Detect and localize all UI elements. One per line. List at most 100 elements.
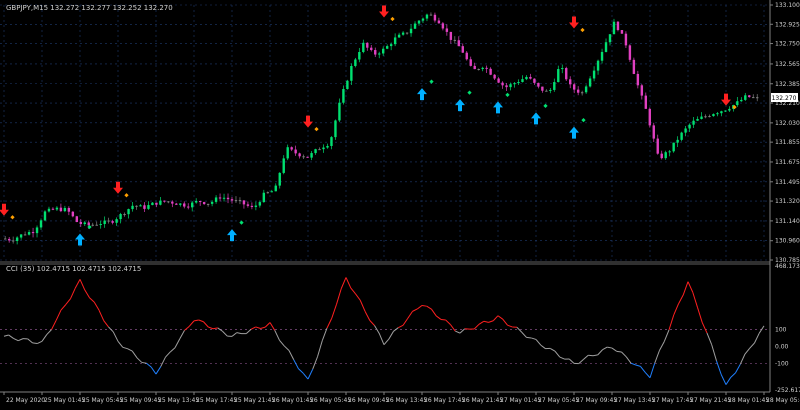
candle-body <box>708 116 710 117</box>
candle-body <box>207 204 209 205</box>
candle-body <box>382 49 384 54</box>
candle-body <box>346 81 348 89</box>
candle-body <box>227 198 229 199</box>
candle-body <box>593 71 595 79</box>
candle-body <box>414 24 416 29</box>
candle-body <box>549 90 551 91</box>
cci-segment <box>33 343 38 344</box>
candle-body <box>641 85 643 95</box>
time-label: 25 May 21:45 <box>234 397 275 404</box>
candle-body <box>223 198 225 199</box>
candle-body <box>147 205 149 209</box>
candle-body <box>131 206 133 209</box>
candle-body <box>40 220 42 227</box>
candle-body <box>354 59 356 65</box>
candle-body <box>625 34 627 46</box>
candle-body <box>123 214 125 215</box>
candle-body <box>235 200 237 201</box>
candle-body <box>239 200 241 201</box>
candle-body <box>426 15 428 19</box>
candle-body <box>362 43 364 52</box>
candle-body <box>744 95 746 100</box>
candle-body <box>191 203 193 208</box>
candle-body <box>350 66 352 81</box>
candle-body <box>537 83 539 87</box>
candle-body <box>613 22 615 34</box>
candle-body <box>573 84 575 89</box>
candle-body <box>406 33 408 34</box>
candle-body <box>541 87 543 91</box>
cci-segment <box>527 337 532 338</box>
candle-body <box>637 74 639 85</box>
cci-segment <box>441 319 446 320</box>
candle-body <box>712 114 714 116</box>
candle-body <box>410 29 412 33</box>
candle-body <box>103 221 105 224</box>
candle-body <box>187 207 189 208</box>
candle-body <box>489 69 491 75</box>
time-label: 26 May 17:45 <box>424 397 465 404</box>
candle-body <box>318 149 320 150</box>
time-label: 26 May 13:45 <box>386 397 427 404</box>
price-label: 132.565 <box>775 61 800 68</box>
candle-body <box>283 158 285 173</box>
candle-body <box>92 225 94 226</box>
candle-body <box>684 128 686 132</box>
time-label: 26 May 01:45 <box>272 397 313 404</box>
candle-body <box>676 140 678 143</box>
candle-body <box>175 204 177 205</box>
candle-body <box>752 97 754 98</box>
candle-body <box>589 78 591 86</box>
candle-body <box>243 200 245 204</box>
candle-body <box>442 23 444 28</box>
time-label: 22 May 2020 <box>6 397 45 404</box>
candle-body <box>601 52 603 61</box>
current-price-marker: 132.270 <box>771 93 798 102</box>
chart-canvas[interactable]: 133.100132.925132.750132.565132.385132.2… <box>0 0 800 406</box>
candle-body <box>107 221 109 222</box>
candle-body <box>402 33 404 35</box>
price-label: 131.855 <box>775 139 800 146</box>
candle-body <box>267 192 269 193</box>
candle-body <box>88 222 90 225</box>
time-label: 26 May 09:45 <box>348 397 389 404</box>
candle-body <box>672 143 674 152</box>
candle-body <box>645 96 647 109</box>
time-label: 27 May 01:45 <box>500 397 541 404</box>
time-label: 27 May 05:45 <box>538 397 579 404</box>
price-label: 130.960 <box>775 238 800 245</box>
candle-body <box>163 201 165 202</box>
candle-body <box>633 60 635 74</box>
candle-body <box>115 219 117 223</box>
candle-body <box>96 225 98 226</box>
candle-body <box>740 100 742 101</box>
candle-body <box>501 83 503 86</box>
candle-body <box>378 53 380 54</box>
candle-body <box>696 119 698 121</box>
candle-body <box>306 157 308 158</box>
candle-body <box>454 40 456 41</box>
trading-chart-window: 133.100132.925132.750132.565132.385132.2… <box>0 0 800 406</box>
candle-body <box>20 234 22 237</box>
candle-body <box>517 82 519 83</box>
candle-body <box>756 97 758 98</box>
price-label: 133.100 <box>775 2 800 9</box>
candle-body <box>64 208 66 211</box>
candle-body <box>553 82 555 90</box>
candle-body <box>497 79 499 83</box>
candle-body <box>52 209 54 210</box>
candle-body <box>374 50 376 54</box>
price-label: 132.030 <box>775 120 800 127</box>
candle-body <box>462 46 464 53</box>
candle-body <box>72 212 74 217</box>
candle-body <box>314 149 316 153</box>
candle-body <box>44 211 46 220</box>
candle-body <box>585 86 587 92</box>
candle-body <box>680 133 682 140</box>
candle-body <box>199 201 201 202</box>
current-price-label: 132.270 <box>772 95 797 102</box>
price-label: 131.675 <box>775 159 800 166</box>
candle-body <box>263 193 265 202</box>
candle-body <box>509 84 511 87</box>
candle-body <box>470 59 472 66</box>
